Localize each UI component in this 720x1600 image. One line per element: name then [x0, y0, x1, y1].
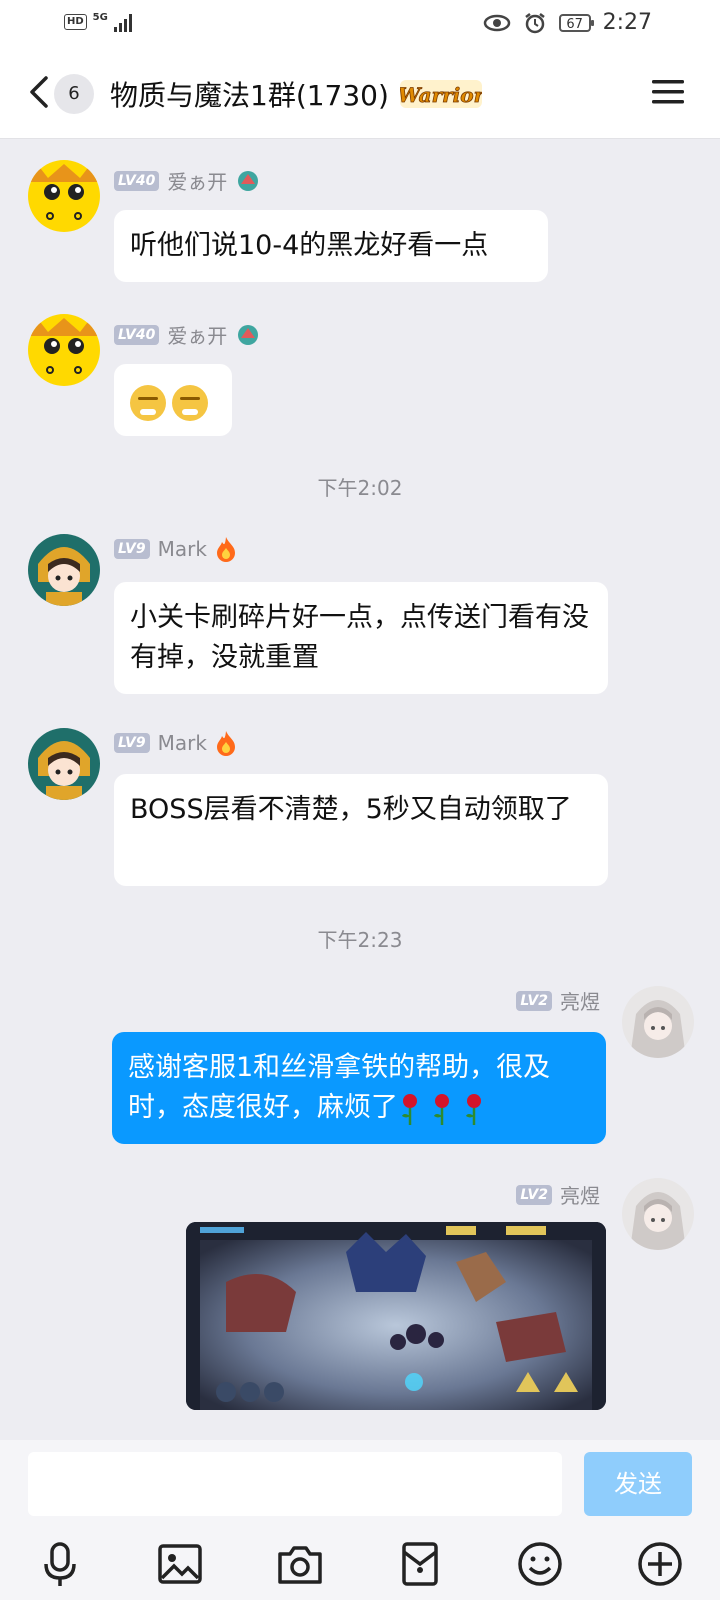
silver-hair-avatar-icon	[622, 1178, 694, 1250]
sender-name[interactable]: 亮煜	[560, 986, 600, 1015]
timestamp: 下午2:02	[317, 476, 403, 500]
flame-icon	[216, 731, 235, 756]
sender-meta: LV9 Mark	[114, 536, 237, 562]
avatar[interactable]	[622, 1178, 694, 1250]
send-button[interactable]: 发送	[584, 1452, 692, 1516]
input-area: 发送	[0, 1440, 720, 1600]
avatar[interactable]	[622, 986, 694, 1058]
clock: 2:27	[602, 10, 652, 35]
emoji-icon[interactable]	[516, 1540, 564, 1588]
sender-meta: LV40 爱ぁ开	[114, 166, 261, 195]
anime-avatar-icon	[28, 728, 100, 800]
sender-meta: LV9 Mark	[114, 730, 237, 756]
sender-meta: LV40 爱ぁ开	[114, 320, 261, 349]
back-arrow-icon[interactable]	[26, 72, 54, 112]
unread-count-badge[interactable]: 6	[54, 74, 94, 114]
red-packet-icon[interactable]	[396, 1540, 444, 1588]
message-bubble[interactable]: BOSS层看不清楚，5秒又自动领取了	[114, 774, 608, 886]
group-title[interactable]: 物质与魔法1群(1730)	[110, 74, 389, 114]
network-type: 5G	[92, 12, 108, 23]
plus-icon[interactable]	[636, 1540, 684, 1588]
level-badge: LV2	[516, 990, 552, 1011]
avatar[interactable]	[28, 160, 100, 232]
message-bubble[interactable]: 听他们说10-4的黑龙好看一点	[114, 210, 548, 282]
silver-hair-avatar-icon	[622, 986, 694, 1058]
microphone-icon[interactable]	[36, 1540, 84, 1588]
status-right: 67 2:27	[483, 10, 652, 35]
warrior-badge-text: Warrior	[400, 83, 482, 107]
sender-meta: LV2 亮煜	[516, 1180, 600, 1209]
message-input[interactable]	[28, 1452, 562, 1516]
avatar[interactable]	[28, 534, 100, 606]
eye-icon	[483, 14, 510, 31]
image-icon[interactable]	[156, 1540, 204, 1588]
dragon-badge-icon	[238, 324, 259, 345]
level-badge: LV40	[114, 170, 160, 191]
message-text: 感谢客服1和丝滑拿铁的帮助，很及时，态度很好，麻烦了	[128, 1052, 551, 1123]
level-badge: LV9	[114, 539, 150, 559]
message-bubble-self[interactable]: 感谢客服1和丝滑拿铁的帮助，很及时，态度很好，麻烦了	[112, 1032, 606, 1144]
menu-icon[interactable]	[652, 78, 684, 106]
message-bubble[interactable]: 小关卡刷碎片好一点，点传送门看有没有掉，没就重置	[114, 582, 608, 694]
leopard-avatar-icon	[28, 160, 100, 232]
level-badge: LV2	[516, 1184, 552, 1205]
hd-indicator: HD	[64, 14, 87, 30]
camera-icon[interactable]	[276, 1540, 324, 1588]
sender-name[interactable]: Mark	[158, 537, 207, 561]
flame-icon	[216, 537, 235, 562]
battery-level: 67	[566, 16, 583, 32]
rose-icon	[402, 1093, 417, 1125]
toolbar	[0, 1540, 720, 1600]
message-bubble[interactable]	[114, 364, 232, 436]
dragon-badge-icon	[238, 170, 259, 191]
game-screenshot-image[interactable]	[186, 1222, 606, 1410]
emoji-face-icon	[172, 384, 208, 421]
alarm-icon	[524, 12, 545, 33]
avatar[interactable]	[28, 314, 100, 386]
rose-icon	[434, 1093, 449, 1125]
sender-name[interactable]: 亮煜	[560, 1180, 600, 1209]
avatar[interactable]	[28, 728, 100, 800]
status-bar: HD 5G 67 2:27	[0, 0, 720, 48]
leopard-avatar-icon	[28, 314, 100, 386]
battery-icon: 67	[558, 13, 594, 32]
chat-header: 6 物质与魔法1群(1730) Warrior	[0, 48, 720, 139]
emoji-face-icon	[130, 384, 166, 421]
warrior-badge-icon: Warrior	[400, 80, 482, 108]
sender-meta: LV2 亮煜	[516, 986, 600, 1015]
sender-name[interactable]: Mark	[158, 731, 207, 755]
level-badge: LV9	[114, 733, 150, 753]
level-badge: LV40	[114, 324, 160, 345]
signal-icon	[113, 12, 132, 32]
rose-icon	[466, 1093, 481, 1125]
status-left: HD 5G	[64, 12, 132, 32]
sender-name[interactable]: 爱ぁ开	[167, 166, 227, 195]
sender-name[interactable]: 爱ぁ开	[167, 320, 227, 349]
anime-avatar-icon	[28, 534, 100, 606]
timestamp: 下午2:23	[317, 928, 403, 952]
